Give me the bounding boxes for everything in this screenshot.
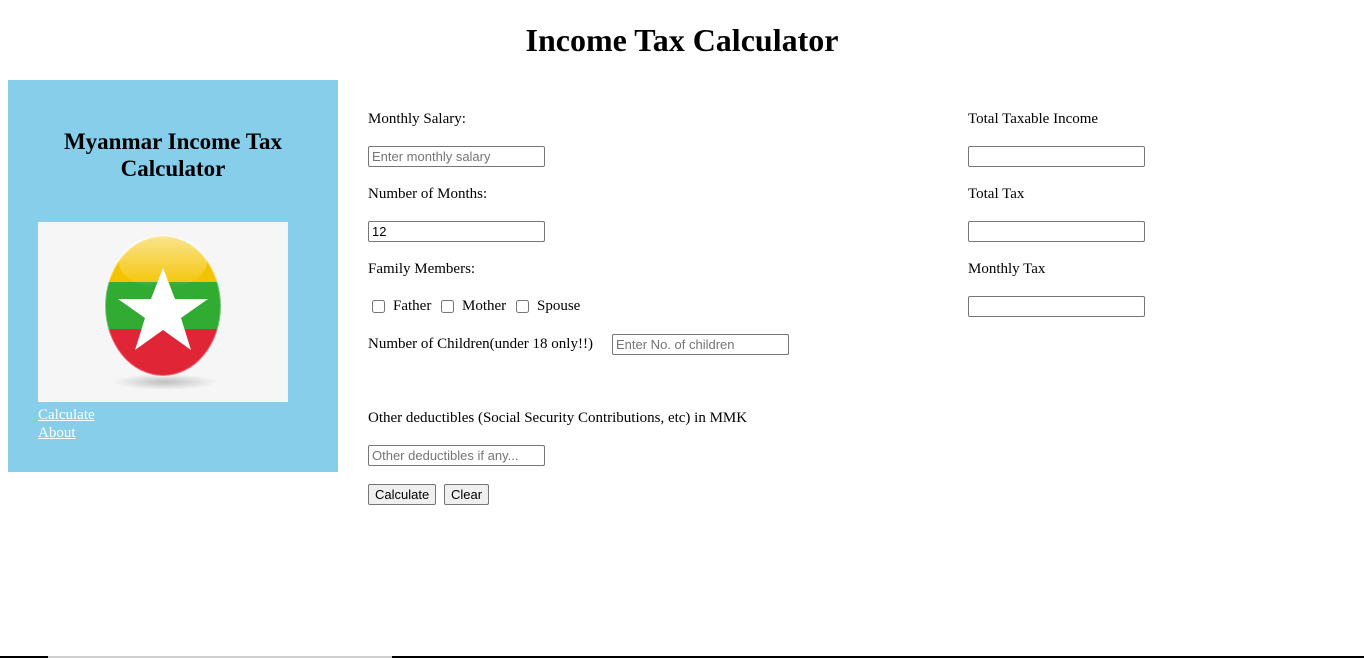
sidebar-nav: Calculate About <box>38 406 95 442</box>
number-of-children-input[interactable] <box>612 334 789 355</box>
total-taxable-income-field[interactable] <box>968 146 1145 167</box>
total-tax-label: Total Tax <box>968 186 1025 202</box>
sidebar-link-calculate[interactable]: Calculate <box>38 406 95 424</box>
monthly-salary-input[interactable] <box>368 146 545 167</box>
monthly-tax-label: Monthly Tax <box>968 261 1046 277</box>
father-checkbox-option[interactable]: Father <box>372 297 431 315</box>
number-of-months-label: Number of Months: <box>368 186 488 202</box>
total-taxable-income-label: Total Taxable Income <box>968 111 1099 127</box>
spouse-checkbox-option[interactable]: Spouse <box>516 297 580 315</box>
myanmar-flag-icon <box>104 235 222 390</box>
monthly-salary-label: Monthly Salary: <box>368 111 466 127</box>
sidebar-link-about[interactable]: About <box>38 424 95 442</box>
other-deductibles-input[interactable] <box>368 445 545 466</box>
number-of-children-label: Number of Children(under 18 only!!) <box>368 336 593 352</box>
number-of-months-input[interactable] <box>368 221 545 242</box>
mother-checkbox[interactable] <box>441 299 454 313</box>
mother-checkbox-option[interactable]: Mother <box>441 297 506 315</box>
father-checkbox[interactable] <box>372 299 385 313</box>
family-members-label: Family Members: <box>368 261 476 277</box>
spouse-checkbox[interactable] <box>516 299 529 313</box>
logo-image <box>38 222 288 402</box>
sidebar: Myanmar Income Tax Calculator Calculate … <box>8 80 338 472</box>
mother-checkbox-label: Mother <box>462 297 507 314</box>
other-deductibles-label: Other deductibles (Social Security Contr… <box>368 410 748 426</box>
monthly-tax-field[interactable] <box>968 296 1145 317</box>
total-tax-field[interactable] <box>968 221 1145 242</box>
sidebar-title: Myanmar Income Tax Calculator <box>63 129 283 181</box>
spouse-checkbox-label: Spouse <box>537 297 581 314</box>
clear-button[interactable]: Clear <box>444 484 490 505</box>
father-checkbox-label: Father <box>393 297 432 314</box>
page-title: Income Tax Calculator <box>525 22 839 58</box>
calculate-button[interactable]: Calculate <box>368 484 437 505</box>
